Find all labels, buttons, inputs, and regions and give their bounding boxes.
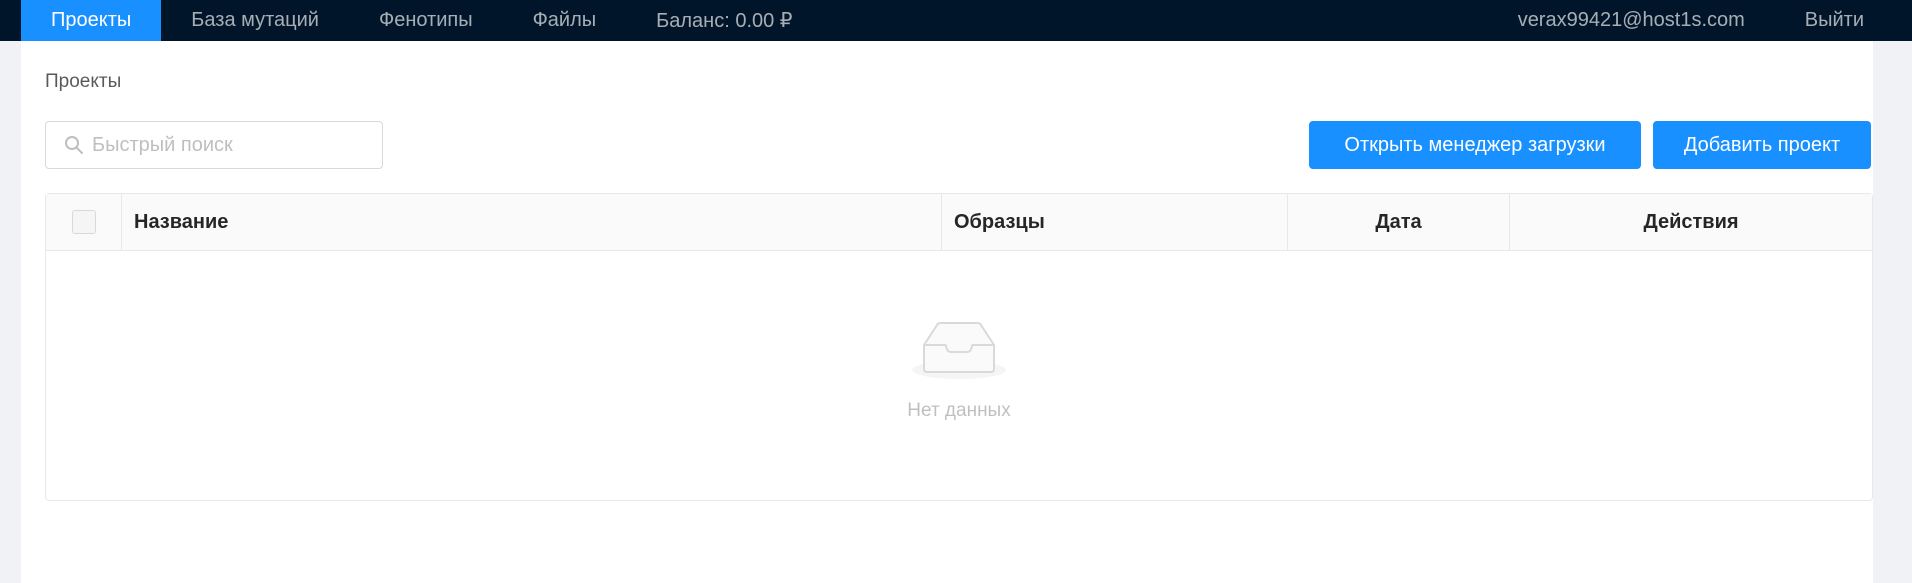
main-content: Проекты Открыть менеджер загрузки Добави… [21,41,1873,583]
empty-inbox-icon [911,319,1007,386]
nav-item-phenotypes[interactable]: Фенотипы [349,0,503,41]
search-box[interactable] [45,121,383,169]
header-select-all-cell [46,194,122,250]
add-project-button[interactable]: Добавить проект [1653,121,1871,169]
logout-link[interactable]: Выйти [1775,0,1912,41]
column-header-name[interactable]: Название [122,194,942,250]
breadcrumb: Проекты [45,71,122,92]
nav-item-files[interactable]: Файлы [503,0,627,41]
nav-item-projects[interactable]: Проекты [21,0,162,41]
empty-state-text: Нет данных [907,400,1011,421]
search-icon [64,134,86,156]
nav-item-balance[interactable]: Баланс: 0.00 ₽ [626,0,822,41]
column-header-samples[interactable]: Образцы [942,194,1288,250]
open-upload-manager-button[interactable]: Открыть менеджер загрузки [1309,121,1641,169]
top-navigation: Проекты База мутаций Фенотипы Файлы Бала… [0,0,1912,41]
empty-state: Нет данных [46,251,1872,501]
search-input[interactable] [92,133,372,157]
projects-table: Название Образцы Дата Действия Нет данны… [45,193,1873,501]
select-all-checkbox[interactable] [71,210,96,234]
column-header-date[interactable]: Дата [1288,194,1510,250]
column-header-actions: Действия [1643,210,1739,233]
nav-item-mutations[interactable]: База мутаций [161,0,349,41]
table-header: Название Образцы Дата Действия [46,194,1872,251]
user-email[interactable]: verax99421@host1s.com [1488,0,1775,41]
